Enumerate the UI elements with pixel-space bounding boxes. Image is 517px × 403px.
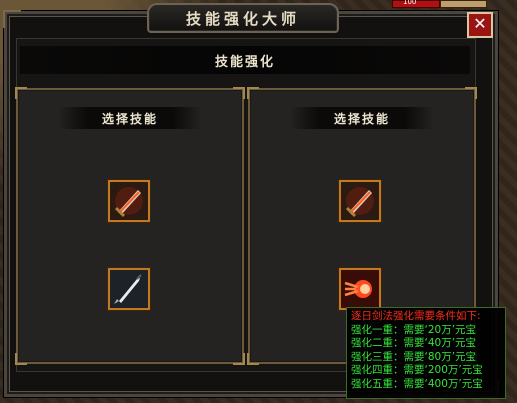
upgrade-requirements-tooltip: 逐日剑法强化需要条件如下: 强化一重：需要‘20万’元宝 强化二重：需要‘40万… bbox=[346, 307, 506, 399]
fire-orb-skill-icon[interactable] bbox=[339, 268, 381, 310]
section-title: 技能强化 bbox=[20, 46, 470, 74]
tooltip-line: 强化二重：需要‘40万’元宝 bbox=[351, 337, 477, 349]
exp-bar bbox=[440, 0, 487, 8]
left-column-header: 选择技能 bbox=[58, 107, 202, 129]
hp-value: 100 bbox=[403, 0, 417, 6]
dagger-thrust-skill-icon[interactable] bbox=[108, 268, 150, 310]
sword-slash-skill-icon[interactable] bbox=[108, 180, 150, 222]
tooltip-line: 强化三重：需要‘80万’元宝 bbox=[351, 350, 477, 363]
tooltip-line: 强化五重：需要‘400万’元宝 bbox=[351, 377, 483, 390]
tooltip-line: 强化四重：需要‘200万’元宝 bbox=[351, 364, 483, 376]
tooltip-title: 逐日剑法强化需要条件如下: bbox=[351, 310, 481, 322]
window-title: 技能强化大师 bbox=[147, 3, 339, 33]
close-button[interactable]: ✕ bbox=[467, 12, 493, 38]
dagger-thrust-icon-graphic bbox=[110, 270, 148, 308]
left-skill-column: 选择技能 bbox=[15, 87, 245, 365]
sword-slash-icon-graphic bbox=[110, 182, 148, 220]
tooltip-line: 强化一重：需要‘20万’元宝 bbox=[351, 323, 477, 336]
fire-orb-icon-graphic bbox=[341, 270, 379, 308]
sword-slash-skill-icon[interactable] bbox=[339, 180, 381, 222]
sword-slash-icon-graphic bbox=[341, 182, 379, 220]
hp-bar: 100 bbox=[392, 0, 440, 8]
right-column-header: 选择技能 bbox=[290, 107, 434, 129]
